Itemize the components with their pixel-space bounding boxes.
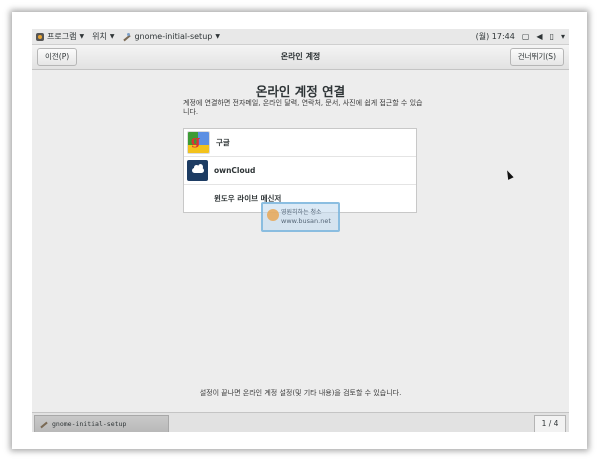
- header-bar: 이전(P) 온라인 계정 건너뛰기(S): [32, 45, 569, 70]
- volume-icon[interactable]: ◀: [536, 32, 542, 41]
- footer-note: 설정이 끝나면 온라인 계정 설정(및 기타 내용)을 검토할 수 있습니다.: [199, 389, 402, 397]
- clock[interactable]: (월) 17:44: [476, 31, 515, 42]
- places-menu[interactable]: 위치 ▼: [88, 31, 118, 42]
- taskbar-window-label: gnome-initial-setup: [52, 420, 127, 428]
- places-label: 위치: [92, 32, 107, 41]
- setup-app-icon: [122, 32, 132, 42]
- google-logo-icon: g: [187, 131, 210, 154]
- app-menu[interactable]: gnome-initial-setup ▼: [118, 32, 224, 42]
- setup-app-icon: [39, 419, 49, 429]
- app-menu-label: gnome-initial-setup: [134, 32, 213, 41]
- watermark-logo-icon: [267, 209, 279, 221]
- watermark-text: 영원히하는 청소: [281, 209, 322, 216]
- content-description: 계정에 연결하면 전자메일, 온라인 달력, 연락처, 문서, 사진에 쉽게 접…: [183, 99, 423, 116]
- display-icon[interactable]: ▢: [522, 32, 530, 41]
- mouse-cursor-icon: [504, 169, 514, 180]
- battery-icon[interactable]: ▯: [550, 32, 554, 41]
- taskbar-window-item[interactable]: gnome-initial-setup: [34, 415, 169, 432]
- applications-foot-icon: [36, 32, 44, 41]
- account-name: ownCloud: [214, 166, 256, 175]
- owncloud-logo-icon: [187, 160, 208, 181]
- applications-menu[interactable]: 프로그램 ▼: [32, 31, 88, 42]
- skip-button[interactable]: 건너뛰기(S): [509, 48, 564, 66]
- account-row-google[interactable]: g 구글: [184, 129, 416, 157]
- watermark-url: www.busan.net: [281, 217, 331, 225]
- account-name: 구글: [216, 138, 230, 147]
- chevron-down-icon: ▼: [109, 33, 115, 40]
- content-heading: 온라인 계정 연결: [255, 84, 346, 99]
- status-area: (월) 17:44 ▢ ◀ ▯ ▾: [476, 29, 565, 44]
- bottom-panel: gnome-initial-setup 1 / 4: [32, 412, 569, 432]
- account-list: g 구글 ownCloud 윈도우 라이브 메신저: [183, 128, 417, 213]
- top-panel: 프로그램 ▼ 위치 ▼ gnome-initial-setup ▼ (월) 17…: [32, 29, 569, 45]
- applications-label: 프로그램: [47, 32, 77, 41]
- chevron-down-icon: ▼: [215, 33, 220, 40]
- power-menu-icon[interactable]: ▾: [561, 32, 565, 41]
- chevron-down-icon: ▼: [79, 33, 85, 40]
- account-row-owncloud[interactable]: ownCloud: [184, 157, 416, 185]
- desktop-screen: 프로그램 ▼ 위치 ▼ gnome-initial-setup ▼ (월) 17…: [32, 29, 569, 432]
- watermark-overlay: 영원히하는 청소 www.busan.net: [261, 202, 340, 232]
- workspace-indicator[interactable]: 1 / 4: [534, 415, 566, 432]
- page-title: 온라인 계정: [280, 52, 321, 61]
